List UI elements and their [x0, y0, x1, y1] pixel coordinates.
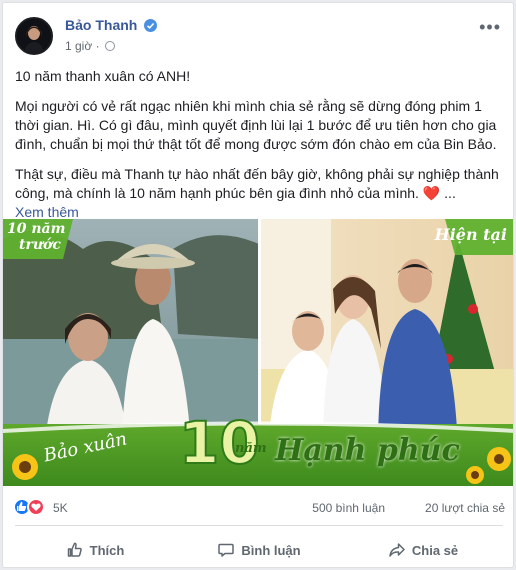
post-paragraph-2: Mọi người có vẻ rất ngạc nhiên khi mình …	[15, 98, 497, 152]
love-reaction-icon[interactable]	[27, 498, 45, 516]
post-header: Bảo Thanh 1 giờ · •••	[13, 13, 505, 57]
share-button-label[interactable]: Chia sẻ	[412, 543, 458, 558]
avatar[interactable]	[15, 17, 53, 55]
share-icon	[389, 543, 405, 557]
shares-count[interactable]: 20 lượt chia sẻ	[425, 501, 505, 515]
comment-button-label[interactable]: Bình luận	[241, 543, 300, 558]
post-photo[interactable]: 10 năm trước Hiện tại Bảo xuân 10 năm Hạ…	[3, 219, 513, 486]
heart-emoji-icon: ❤️	[422, 185, 441, 201]
comments-count[interactable]: 500 bình luận	[312, 501, 385, 515]
comment-button[interactable]: Bình luận	[177, 534, 341, 566]
post-stats: 5K 500 bình luận 20 lượt chia sẻ	[13, 495, 505, 519]
banner-phrase: Hạnh phúc	[275, 433, 460, 468]
globe-icon	[104, 41, 115, 51]
thumbs-up-icon	[67, 542, 82, 557]
badge-left-top: 10 năm	[7, 221, 66, 237]
badge-10-nam-truoc: 10 năm trước	[7, 221, 77, 253]
author-name-text[interactable]: Bảo Thanh	[65, 17, 137, 33]
more-options-icon[interactable]: •••	[479, 17, 501, 38]
badge-left-bottom: trước	[19, 237, 61, 253]
ellipsis: ...	[444, 185, 456, 201]
post-paragraph-1: 10 năm thanh xuân có ANH!	[15, 68, 191, 84]
reaction-count[interactable]: 5K	[53, 501, 68, 515]
post-meta: 1 giờ ·	[65, 39, 115, 53]
verified-badge-icon	[144, 19, 158, 32]
badge-hien-tai: Hiện tại	[434, 225, 507, 244]
post-time[interactable]: 1 giờ	[65, 39, 92, 53]
author-name[interactable]: Bảo Thanh	[65, 17, 158, 33]
share-button[interactable]: Chia sẻ	[341, 534, 505, 566]
post-card: Bảo Thanh 1 giờ · ••• 10 năm thanh xuân …	[2, 2, 514, 568]
post-text: 10 năm thanh xuân có ANH! Mọi người có v…	[15, 67, 505, 222]
like-button[interactable]: Thích	[13, 534, 177, 566]
action-bar: Thích Bình luận Chia sẻ	[13, 534, 505, 566]
post-paragraph-3-wrap: Thật sự, điều mà Thanh tự hào nhất đến b…	[15, 165, 505, 203]
divider	[15, 525, 503, 526]
like-button-label[interactable]: Thích	[90, 543, 125, 558]
banner-word: năm	[235, 441, 267, 456]
comment-icon	[218, 543, 235, 557]
